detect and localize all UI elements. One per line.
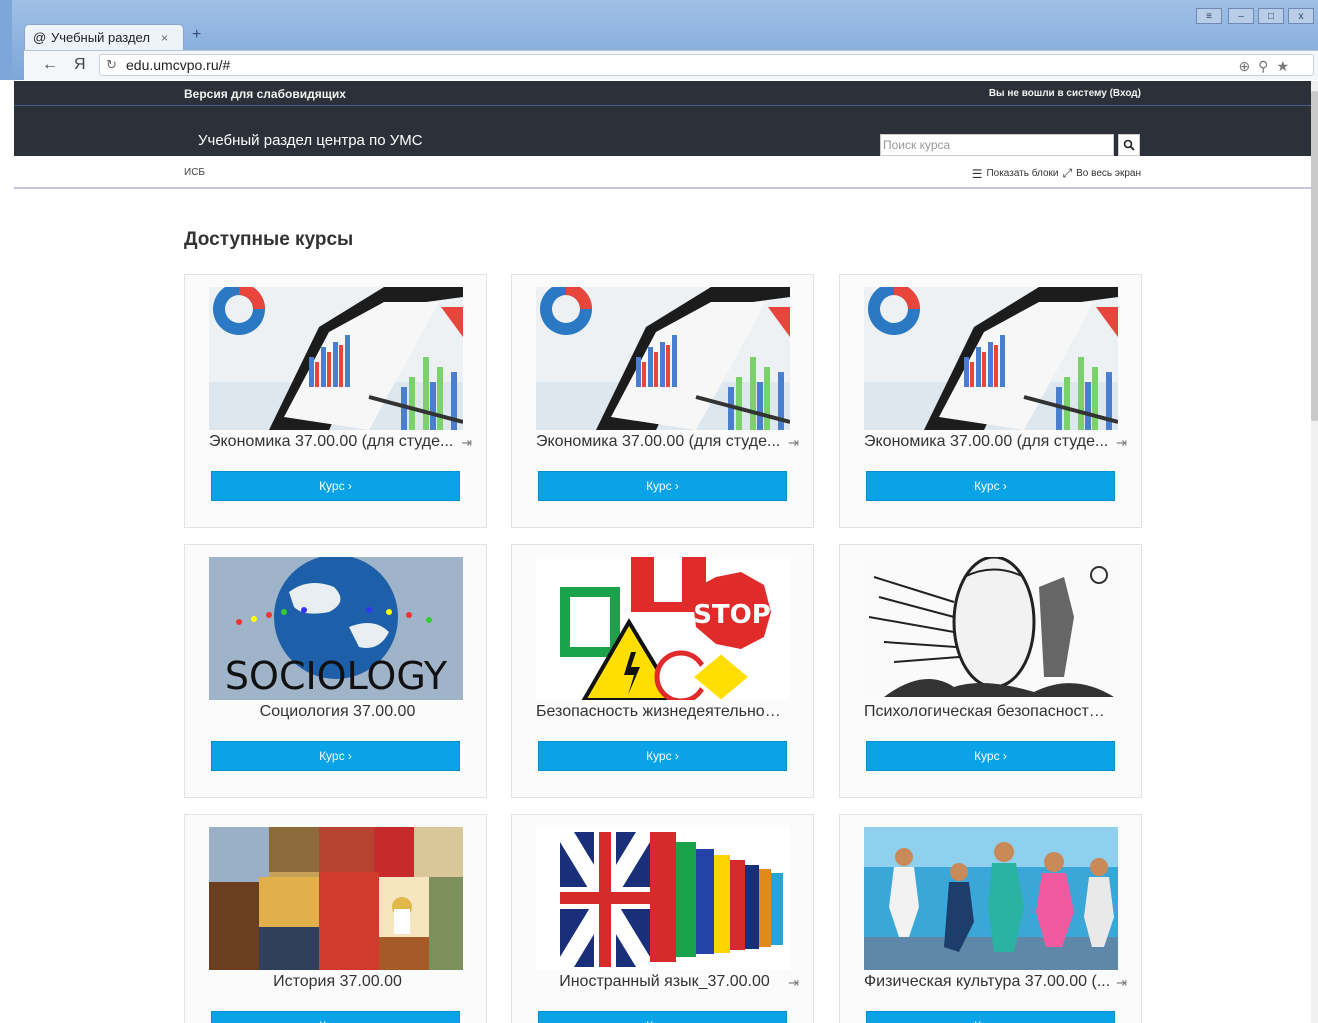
login-status[interactable]: Вы не вошли в систему (Вход): [989, 88, 1141, 99]
page-title: Доступные курсы: [184, 229, 354, 250]
course-card: Психологическая безопасность ... Курс ›: [839, 544, 1142, 798]
course-card: SOCIOLOGY Социология 37.00.00 Курс ›: [184, 544, 487, 798]
course-image[interactable]: [536, 827, 790, 970]
course-card: Экономика 37.00.00 (для студе... ⇥ Курс …: [511, 274, 814, 528]
site-name[interactable]: Учебный раздел центра по УМС: [198, 132, 423, 149]
course-image[interactable]: [864, 827, 1118, 970]
tab-title: Учебный раздел: [51, 30, 150, 45]
self-enrol-icon: ⇥: [1116, 435, 1127, 450]
course-title[interactable]: Экономика 37.00.00 (для студе...: [185, 433, 488, 451]
sociology-label: SOCIOLOGY: [225, 654, 448, 698]
self-enrol-icon: ⇥: [461, 435, 472, 450]
address-bar[interactable]: ↻ edu.umcvpo.ru/# ⊕ ⚲ ★: [99, 54, 1314, 76]
page-tools: ☰ Показать блоки ⤢ Во весь экран: [972, 166, 1141, 181]
economics-chart-image: [864, 287, 1118, 430]
history-collage-image: [209, 827, 463, 970]
site-favicon-icon: @: [33, 29, 47, 45]
stop-label: STOP: [693, 600, 771, 630]
course-title[interactable]: Социология 37.00.00: [185, 703, 488, 721]
maximize-icon[interactable]: □: [1258, 8, 1284, 24]
browser-chrome: @ Учебный раздел × + ≡ – □ x ← Я ↻ edu.u…: [0, 0, 1318, 80]
menu-icon[interactable]: ≡: [1196, 8, 1222, 24]
course-button[interactable]: Курс ›: [866, 1011, 1115, 1023]
url-text: edu.umcvpo.ru/#: [126, 57, 231, 73]
minimize-icon[interactable]: –: [1228, 8, 1254, 24]
course-button[interactable]: Курс ›: [866, 471, 1115, 501]
course-button[interactable]: Курс ›: [538, 741, 787, 771]
course-button[interactable]: Курс ›: [211, 1011, 460, 1023]
course-button[interactable]: Курс ›: [866, 741, 1115, 771]
list-icon: ☰: [971, 166, 983, 181]
self-enrol-icon: ⇥: [1116, 975, 1127, 990]
bookmark-star-icon[interactable]: ★: [1276, 56, 1289, 76]
course-search-input[interactable]: Поиск курса: [880, 134, 1114, 156]
accessibility-link[interactable]: Версия для слабовидящих: [184, 87, 346, 101]
course-title[interactable]: Безопасность жизнедеятельнос...: [512, 703, 815, 721]
course-title[interactable]: Экономика 37.00.00 (для студе...: [840, 433, 1143, 451]
course-card: Физическая культура 37.00.00 (... ⇥ Курс…: [839, 814, 1142, 1023]
safety-signs-image: STOP: [536, 557, 790, 700]
fullscreen-link[interactable]: Во весь экран: [1076, 168, 1141, 179]
new-tab-button[interactable]: +: [192, 26, 201, 44]
site-header: Учебный раздел центра по УМС Поиск курса: [14, 106, 1311, 156]
browser-tab[interactable]: @ Учебный раздел ×: [24, 24, 184, 50]
course-button[interactable]: Курс ›: [538, 1011, 787, 1023]
window-controls: – □ x: [1228, 8, 1314, 24]
course-card: История 37.00.00 Курс ›: [184, 814, 487, 1023]
back-icon[interactable]: ←: [42, 56, 58, 74]
fitness-class-image: [864, 827, 1118, 970]
course-title[interactable]: История 37.00.00: [185, 973, 488, 991]
psychology-drawing-image: [864, 557, 1118, 700]
course-image[interactable]: [209, 287, 463, 430]
search-icon: [1123, 139, 1135, 151]
course-image[interactable]: [864, 557, 1118, 700]
course-image[interactable]: [536, 287, 790, 430]
show-blocks-link[interactable]: Показать блоки: [986, 168, 1058, 179]
address-bar-icons: ⊕ ⚲ ★: [1238, 56, 1289, 76]
course-image[interactable]: STOP: [536, 557, 790, 700]
course-title[interactable]: Иностранный язык_37.00.00: [512, 973, 815, 991]
breadcrumb[interactable]: ИСБ: [184, 167, 205, 178]
tab-bar: @ Учебный раздел × +: [24, 18, 1318, 50]
course-title[interactable]: Физическая культура 37.00.00 (...: [840, 973, 1143, 991]
navbar: ИСБ ☰ Показать блоки ⤢ Во весь экран: [14, 156, 1311, 189]
web-page: Версия для слабовидящих Вы не вошли в си…: [14, 81, 1311, 1023]
course-image[interactable]: [864, 287, 1118, 430]
course-card: Экономика 37.00.00 (для студе... ⇥ Курс …: [839, 274, 1142, 528]
course-image[interactable]: [209, 827, 463, 970]
search-button[interactable]: [1118, 134, 1140, 156]
self-enrol-icon: ⇥: [788, 435, 799, 450]
course-card: Экономика 37.00.00 (для студе... ⇥ Курс …: [184, 274, 487, 528]
zoom-icon[interactable]: ⚲: [1258, 56, 1268, 76]
economics-chart-image: [209, 287, 463, 430]
course-button[interactable]: Курс ›: [538, 471, 787, 501]
scrollbar-thumb[interactable]: [1311, 91, 1318, 421]
sociology-globe-image: SOCIOLOGY: [209, 557, 463, 700]
course-button[interactable]: Курс ›: [211, 471, 460, 501]
self-enrol-icon: ⇥: [788, 975, 799, 990]
yandex-icon[interactable]: Я: [74, 56, 86, 74]
expand-icon: ⤢: [1062, 166, 1073, 180]
top-strip: Версия для слабовидящих Вы не вошли в си…: [14, 81, 1311, 106]
address-row: ← Я ↻ edu.umcvpo.ru/# ⊕ ⚲ ★ ⤓: [24, 50, 1318, 80]
page-scrollbar[interactable]: [1311, 81, 1318, 1023]
course-card: STOP Безопасность жизнедеятельнос... Кур…: [511, 544, 814, 798]
course-card: Иностранный язык_37.00.00 ⇥ Курс ›: [511, 814, 814, 1023]
tab-close-icon[interactable]: ×: [161, 31, 168, 45]
flag-books-image: [536, 827, 790, 970]
course-title[interactable]: Психологическая безопасность ...: [840, 703, 1143, 721]
protect-icon[interactable]: ⊕: [1238, 56, 1250, 76]
course-button[interactable]: Курс ›: [211, 741, 460, 771]
reload-icon[interactable]: ↻: [106, 55, 117, 75]
economics-chart-image: [536, 287, 790, 430]
course-title[interactable]: Экономика 37.00.00 (для студе...: [512, 433, 815, 451]
course-image[interactable]: SOCIOLOGY: [209, 557, 463, 700]
close-window-icon[interactable]: x: [1288, 8, 1314, 24]
